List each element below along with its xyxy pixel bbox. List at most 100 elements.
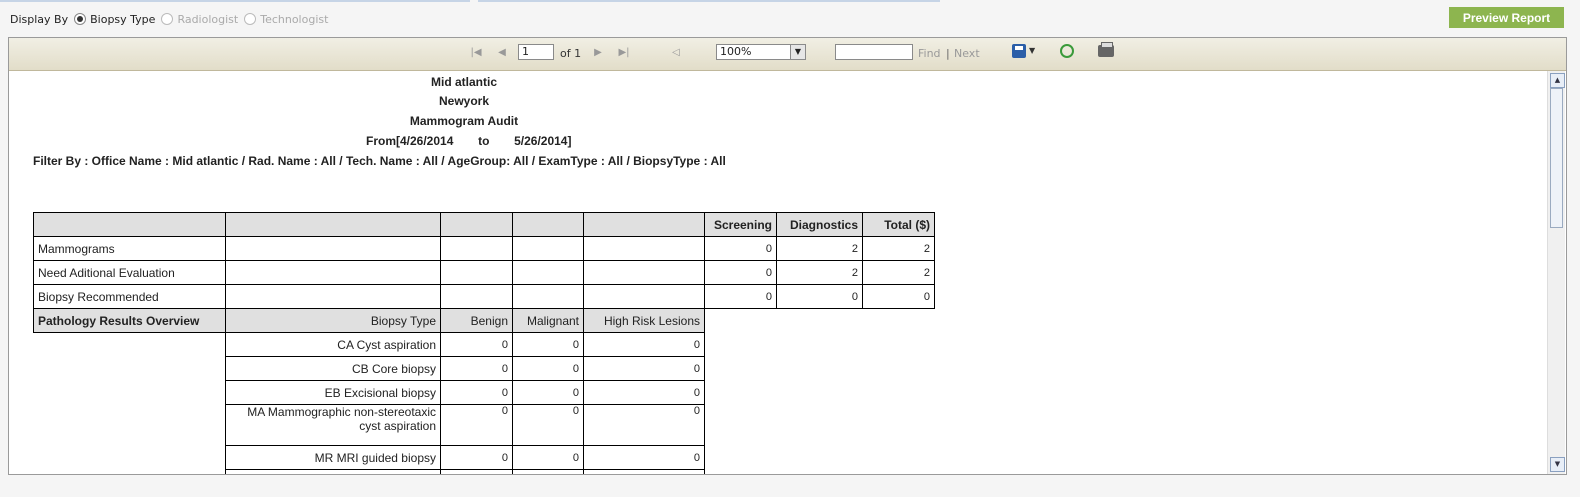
from-label: From: [366, 134, 396, 148]
malignant-value: 0: [512, 356, 584, 381]
malignant-value: 0: [512, 469, 584, 474]
first-page-icon[interactable]: |◀: [470, 47, 482, 59]
row-label: Mammograms: [33, 236, 226, 261]
benign-value: 0: [440, 356, 513, 381]
header-blank-cell: [225, 212, 441, 237]
preview-report-button[interactable]: Preview Report: [1449, 7, 1564, 28]
zoom-value: 100%: [720, 45, 752, 58]
refresh-icon[interactable]: [1060, 44, 1074, 58]
biopsy-type-cell: EB Excisional biopsy: [225, 380, 441, 405]
pathology-row: MA Mammographic non-stereotaxic cyst asp…: [34, 404, 935, 446]
find-separator: |: [946, 47, 950, 60]
malignant-value: 0: [512, 380, 584, 405]
report-content: Mid atlantic Newyork Mammogram Audit Fro…: [9, 71, 1546, 474]
biopsy-type-cell: MR MRI guided biopsy: [225, 445, 441, 470]
page-number-input[interactable]: 1: [518, 44, 554, 60]
biopsy-type-cell: MA Mammographic non-stereotaxic cyst asp…: [225, 404, 441, 446]
diagnostics-value: 0: [776, 284, 863, 309]
from-date: [4/26/2014: [396, 134, 454, 148]
zoom-select[interactable]: 100% ▼: [716, 44, 806, 60]
biopsy-type-cell: CA Cyst aspiration: [225, 332, 441, 357]
report-toolbar: |◀ ◀ 1 of 1 ▶ ▶| ◁ 100% ▼ Find | Next ▼: [9, 38, 1566, 71]
pathology-row: SA Stereotactic guided cyst aspiration 0…: [34, 469, 935, 474]
pathology-title: Pathology Results Overview: [33, 308, 226, 333]
high-risk-value: 0: [583, 404, 705, 446]
diagnostics-value: 2: [776, 260, 863, 285]
header-high-risk: High Risk Lesions: [583, 308, 705, 333]
diagnostics-value: 2: [776, 236, 863, 261]
print-icon[interactable]: [1098, 42, 1114, 57]
export-dropdown-icon[interactable]: ▼: [1029, 46, 1035, 60]
display-by-label: Display By: [10, 12, 69, 26]
summary-row-mammograms: Mammograms 0 2 2: [33, 236, 935, 261]
top-divider-right: [478, 0, 940, 2]
biopsy-type-cell: SA Stereotactic guided cyst aspiration: [225, 469, 441, 474]
benign-value: 0: [440, 469, 513, 474]
vertical-scrollbar[interactable]: ▲ ▼: [1547, 71, 1565, 474]
high-risk-value: 0: [583, 469, 705, 474]
malignant-value: 0: [512, 404, 584, 446]
next-link[interactable]: Next: [954, 47, 980, 61]
malignant-value: 0: [512, 445, 584, 470]
pathology-row: CA Cyst aspiration 0 0 0: [34, 332, 935, 357]
row-label: Biopsy Recommended: [33, 284, 226, 309]
pathology-row: CB Core biopsy 0 0 0: [34, 356, 935, 381]
radio-technologist-label: Technologist: [260, 12, 329, 26]
header-diagnostics: Diagnostics: [776, 212, 863, 237]
scroll-down-icon[interactable]: ▼: [1550, 457, 1565, 472]
report-viewer: |◀ ◀ 1 of 1 ▶ ▶| ◁ 100% ▼ Find | Next ▼ …: [8, 37, 1567, 475]
high-risk-value: 0: [583, 445, 705, 470]
display-by-group: Display By Biopsy Type Radiologist Techn…: [10, 11, 328, 27]
report-filter: Filter By : Office Name : Mid atlantic /…: [33, 154, 726, 168]
pathology-row: MR MRI guided biopsy 0 0 0: [34, 445, 935, 470]
summary-row-need-evaluation: Need Aditional Evaluation 0 2 2: [33, 260, 935, 285]
header-blank-cell: [440, 212, 513, 237]
scrollbar-thumb[interactable]: [1550, 88, 1563, 228]
header-total: Total ($): [862, 212, 935, 237]
report-line-city: Newyork: [438, 94, 490, 108]
radio-biopsy-type-label[interactable]: Biopsy Type: [90, 13, 155, 26]
total-value: 2: [862, 260, 935, 285]
header-blank-cell: [583, 212, 705, 237]
top-divider-left: [0, 0, 470, 2]
pathology-row: EB Excisional biopsy 0 0 0: [34, 380, 935, 405]
previous-page-icon[interactable]: ◀: [496, 47, 508, 59]
find-input[interactable]: [835, 44, 913, 60]
find-link[interactable]: Find: [918, 47, 941, 61]
back-icon[interactable]: ◁: [670, 47, 682, 59]
total-value: 0: [862, 284, 935, 309]
benign-value: 0: [440, 404, 513, 446]
header-benign: Benign: [440, 308, 513, 333]
next-page-icon[interactable]: ▶: [592, 47, 604, 59]
screening-value: 0: [704, 236, 777, 261]
screening-value: 0: [704, 284, 777, 309]
scroll-up-icon[interactable]: ▲: [1550, 73, 1565, 88]
malignant-value: 0: [512, 332, 584, 357]
summary-row-biopsy-recommended: Biopsy Recommended 0 0 0: [33, 284, 935, 309]
benign-value: 0: [440, 332, 513, 357]
report-line-office: Mid atlantic: [430, 75, 497, 89]
row-label: Need Aditional Evaluation: [33, 260, 226, 285]
total-value: 2: [862, 236, 935, 261]
high-risk-value: 0: [583, 332, 705, 357]
chevron-down-icon[interactable]: ▼: [790, 45, 805, 59]
header-blank-cell: [33, 212, 226, 237]
radio-radiologist-label: Radiologist: [177, 12, 239, 26]
screening-value: 0: [704, 260, 777, 285]
header-screening: Screening: [704, 212, 777, 237]
header-blank-cell: [512, 212, 584, 237]
last-page-icon[interactable]: ▶|: [618, 47, 630, 59]
header-malignant: Malignant: [512, 308, 584, 333]
report-date-range: From[4/26/2014 to 5/26/2014]: [366, 134, 576, 148]
radio-radiologist: [161, 13, 174, 25]
high-risk-value: 0: [583, 356, 705, 381]
to-date: 5/26/2014]: [514, 134, 572, 148]
high-risk-value: 0: [583, 380, 705, 405]
radio-biopsy-type[interactable]: [74, 13, 87, 25]
report-table: Screening Diagnostics Total ($) Mammogra…: [33, 212, 935, 474]
header-biopsy-type: Biopsy Type: [225, 308, 441, 333]
biopsy-type-cell: CB Core biopsy: [225, 356, 441, 381]
report-title: Mammogram Audit: [409, 114, 519, 128]
to-label: to: [478, 134, 490, 148]
export-icon[interactable]: [1012, 44, 1026, 58]
